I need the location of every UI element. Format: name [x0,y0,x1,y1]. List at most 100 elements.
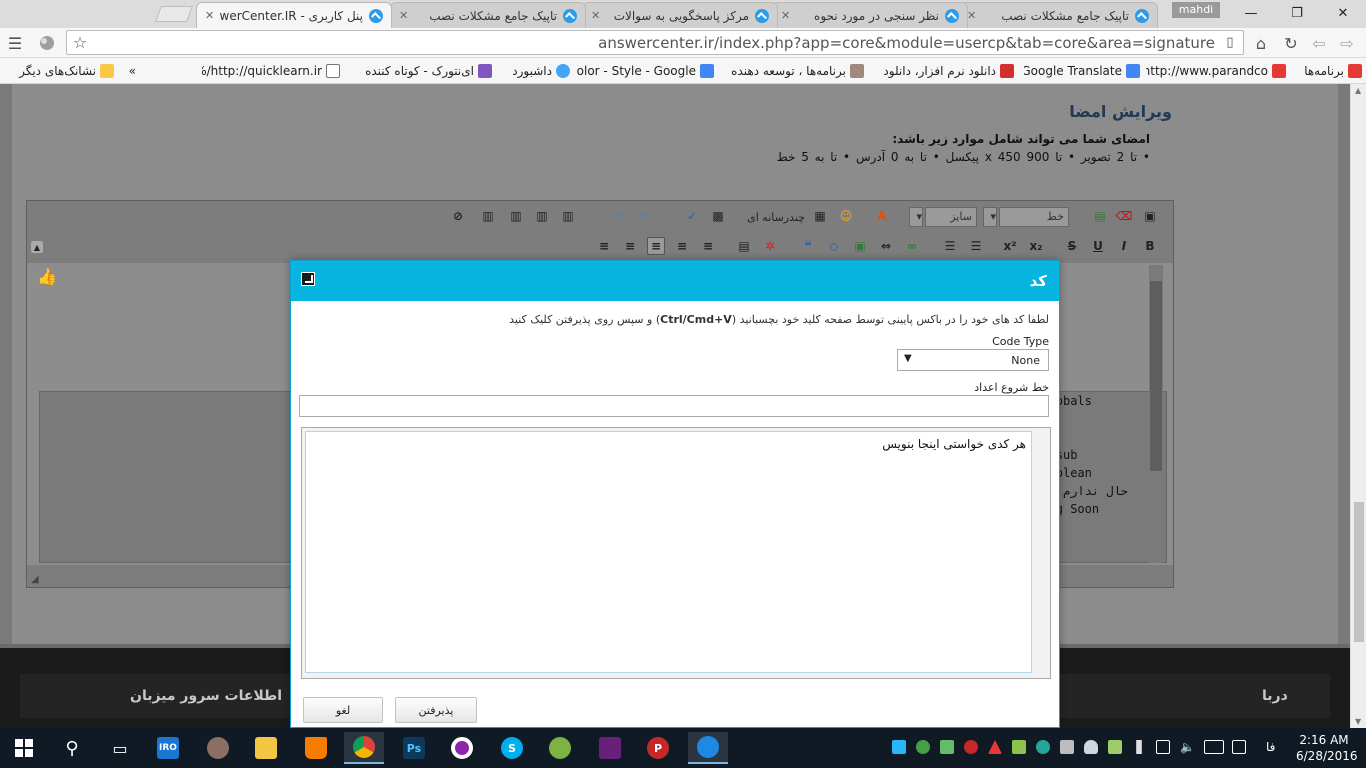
code-textarea[interactable]: هر کدی خواستی اینجا بنویس [305,431,1032,673]
editor-scrollbar[interactable] [1149,265,1163,563]
special-chars-icon[interactable]: ▩ [709,207,727,225]
battery-icon[interactable] [1136,740,1142,754]
scrollbar-thumb[interactable] [1354,502,1364,642]
minimize-icon[interactable]: — [1228,0,1274,26]
align-left-icon[interactable]: ≡ [595,237,613,255]
scrollbar-thumb[interactable] [1150,281,1162,471]
bulleted-list-icon[interactable]: ☰ [967,237,985,255]
quote-icon[interactable]: ❝ [799,237,817,255]
sync-icon[interactable] [1108,740,1122,754]
new-tab-button[interactable] [155,6,193,22]
paste-text-icon[interactable]: ▥ [533,207,551,225]
copy-icon[interactable]: ▥ [479,207,497,225]
chevron-down-icon[interactable]: ▾ [983,207,997,227]
bookmark-developers[interactable]: برنامه‌ها ، توسعه دهنده [730,62,864,80]
scroll-up-icon[interactable]: ▲ [1355,86,1361,95]
numbered-list-icon[interactable]: ☰ [941,237,959,255]
taskbar-app-psiphon[interactable]: P [638,732,678,764]
source-icon[interactable]: ▣ [1141,207,1159,225]
size-select[interactable]: سایز [925,207,977,227]
bookmark-star-icon[interactable]: ☆ [69,31,91,53]
strikethrough-icon[interactable]: S [1063,237,1081,255]
forward-icon[interactable]: ⇦ [1308,32,1330,54]
unlink-icon[interactable]: ⇔ [877,237,895,255]
paste-word-icon[interactable]: ▥ [559,207,577,225]
psiphon-tray-icon[interactable] [964,740,978,754]
bookmark-google-translate[interactable]: Google Translate [1024,62,1140,80]
taskbar-app-photoshop[interactable]: Ps [394,732,434,764]
home-icon[interactable]: ⌂ [1250,32,1272,54]
leaf-icon[interactable] [916,740,930,754]
dialog-close-icon[interactable] [301,272,315,286]
close-icon[interactable]: ✕ [967,9,976,22]
warning-icon[interactable] [988,740,1002,754]
image-icon[interactable]: ▣ [851,237,869,255]
cancel-button[interactable]: لغو [303,697,383,723]
chevron-down-icon[interactable]: ▾ [909,207,923,227]
reload-icon[interactable]: ↻ [1280,32,1302,54]
restore-icon[interactable]: ❐ [1274,0,1320,26]
back-icon[interactable]: ⇨ [1336,32,1358,54]
taskbar-app-file-explorer[interactable] [246,732,286,764]
bookmark-dashboard[interactable]: داشبورد [502,62,570,80]
input-language[interactable]: فا [1266,740,1275,754]
address-bar[interactable]: ☆ answercenter.ir/index.php?app=core&mod… [66,30,1244,55]
taskbar-app-idm[interactable] [688,732,728,764]
subscript-icon[interactable]: x₂ [1027,237,1045,255]
bookmark-quicklearn[interactable]: http://quicklearn.ir/% [202,62,340,80]
window-close-icon[interactable]: ✕ [1320,0,1366,26]
accept-button[interactable]: پذیرفتن [395,697,477,723]
superscript-icon[interactable]: x² [1001,237,1019,255]
task-view-icon[interactable]: ▭ [100,732,140,764]
code-icon[interactable]: ◇ [825,237,843,255]
bookmark-shortener[interactable]: ای‌نتورک - کوتاه کننده [346,62,492,80]
notifications-icon[interactable] [1232,740,1246,754]
tab-0[interactable]: تاپیک جامع مشکلات نصب ✕ [958,2,1158,28]
link-icon[interactable]: ∞ [903,237,921,255]
network-icon[interactable] [1156,740,1170,754]
eraser-icon[interactable]: ⌫ [1115,207,1133,225]
italic-icon[interactable]: I [1115,237,1133,255]
redo-icon[interactable]: ↷ [635,207,653,225]
media-label[interactable]: چندرسانه ای [747,211,805,224]
page-scrollbar[interactable]: ▲ ▼ [1350,84,1366,728]
media-icon[interactable]: ▦ [811,207,829,225]
menu-icon[interactable]: ☰ [4,32,26,54]
start-line-input[interactable] [299,395,1049,417]
align-center-icon[interactable]: ≡ [621,237,639,255]
books-icon[interactable] [1012,740,1026,754]
profile-name[interactable]: mahdi [1172,2,1220,18]
align-right-icon[interactable]: ≡ [647,237,665,255]
system-clock[interactable]: 2:16 AM 6/28/2016 [1296,732,1358,764]
close-icon[interactable]: ✕ [591,9,600,22]
tab-3[interactable]: تاپیک جامع مشکلات نصب ✕ [390,2,586,28]
text-color-icon[interactable]: A [873,207,891,225]
cloud-icon[interactable] [1084,740,1098,754]
android-icon[interactable] [940,740,954,754]
search-icon[interactable]: ⚲ [52,732,92,764]
footer-host-info[interactable]: اطلاعات سرور میزبان [130,688,282,704]
footer-about[interactable]: دربا [1262,688,1288,704]
keyboard-icon[interactable] [1204,740,1224,754]
bookmark-color-style[interactable]: Color - Style - Google [576,62,714,80]
volume-icon[interactable]: 🔈 [1180,740,1195,754]
code-type-select[interactable]: None ▼ [897,349,1049,371]
resize-grip-icon[interactable]: ◢ [31,574,39,585]
toggle-editor-icon[interactable]: ⊘ [449,207,467,225]
taskbar-app-tools[interactable] [198,732,238,764]
bookmark-parandco[interactable]: http://www.parandco [1146,62,1286,80]
url-text[interactable]: answercenter.ir/index.php?app=core&modul… [598,34,1215,52]
usb-icon[interactable] [1060,740,1074,754]
extension-icon[interactable] [36,32,58,54]
spoiler-icon[interactable]: ✲ [761,237,779,255]
close-icon[interactable]: ✕ [205,9,214,22]
tab-1[interactable]: نظر سنجی در مورد نحوه ✕ [772,2,968,28]
taskbar-app-skype[interactable]: S [492,732,532,764]
network-monitor-icon[interactable] [892,740,906,754]
bookmarks-overflow-button[interactable]: » [120,62,136,80]
taskbar-app-android-studio[interactable] [540,732,580,764]
undo-icon[interactable]: ↶ [609,207,627,225]
start-button[interactable] [4,732,44,764]
collapse-icon[interactable]: ▲ [31,241,43,253]
close-icon[interactable]: ✕ [399,9,408,22]
